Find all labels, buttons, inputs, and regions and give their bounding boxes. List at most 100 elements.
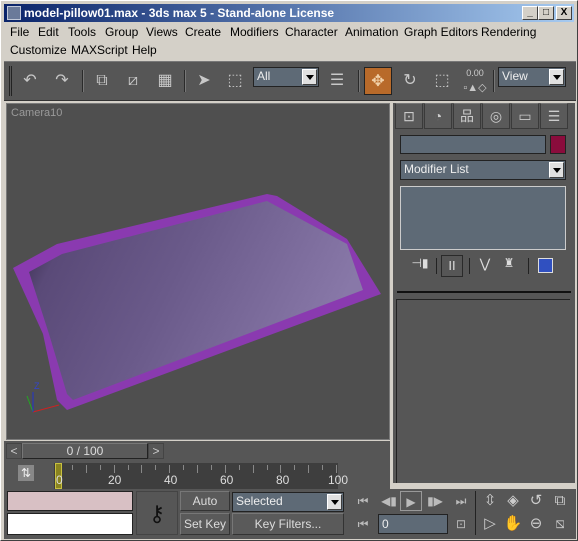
pin-stack-icon[interactable]: ⊣▮: [411, 256, 429, 276]
open-trackbar-icon[interactable]: ⇅: [18, 465, 34, 481]
time-slider-prev-button[interactable]: <: [6, 443, 22, 459]
menu-bar-row1: File Edit Tools Group Views Create Modif…: [5, 25, 575, 42]
menu-graph-editors[interactable]: Graph Editors: [404, 25, 478, 39]
maxscript-listener-bottom[interactable]: [7, 513, 133, 535]
maximize-button[interactable]: □: [538, 6, 554, 20]
utilities-tab[interactable]: ☰: [540, 103, 568, 129]
chevron-down-icon[interactable]: [549, 69, 564, 85]
key-mode-toggle-icon[interactable]: ⏮: [352, 514, 374, 534]
previous-frame-icon[interactable]: ◀▮: [378, 491, 400, 511]
key-mode-value: Selected: [236, 494, 283, 508]
move-icon[interactable]: ✥: [364, 67, 392, 95]
show-end-result-icon[interactable]: II: [441, 255, 463, 277]
menu-animation[interactable]: Animation: [345, 25, 398, 39]
menu-help[interactable]: Help: [132, 43, 157, 57]
selection-filter-dropdown[interactable]: All: [253, 67, 319, 87]
time-config-icon[interactable]: ⊡: [450, 514, 472, 534]
window-title: model-pillow01.max - 3ds max 5 - Stand-a…: [24, 6, 335, 20]
key-filters-button[interactable]: Key Filters...: [232, 513, 344, 535]
pan-icon[interactable]: ✋: [502, 513, 524, 535]
modifier-list-value: Modifier List: [404, 162, 469, 176]
set-key-button[interactable]: Set Key: [180, 513, 230, 535]
menu-rendering[interactable]: Rendering: [481, 25, 536, 39]
trackbar-tick: [141, 465, 143, 473]
main-window: model-pillow01.max - 3ds max 5 - Stand-a…: [0, 0, 578, 541]
modifier-stack-list[interactable]: [400, 186, 566, 250]
menu-views[interactable]: Views: [146, 25, 178, 39]
close-button[interactable]: X: [556, 6, 572, 20]
unlink-icon[interactable]: ⧄: [121, 69, 145, 93]
axis-y: [26, 395, 34, 413]
object-color-swatch[interactable]: [550, 135, 566, 154]
trackbar-tick: [113, 465, 115, 473]
object-name-field[interactable]: [400, 135, 546, 154]
select-by-name-icon[interactable]: ☰: [325, 69, 349, 93]
reference-coord-value: View: [502, 69, 528, 83]
rotate-icon[interactable]: ↻: [398, 69, 422, 93]
spinner-snap-icon[interactable]: ▫▲◇: [463, 76, 487, 100]
trackbar-tick: [266, 465, 268, 470]
menu-modifiers[interactable]: Modifiers: [230, 25, 279, 39]
display-tab[interactable]: ▭: [511, 103, 539, 129]
menu-character[interactable]: Character: [285, 25, 338, 39]
key-mode-dropdown[interactable]: Selected: [232, 492, 344, 512]
go-to-end-icon[interactable]: ⏭: [450, 491, 472, 511]
bind-space-warp-icon[interactable]: ▦: [153, 69, 177, 93]
undo-icon[interactable]: ↶: [18, 69, 42, 93]
chevron-down-icon[interactable]: [549, 162, 564, 178]
camera-viewport[interactable]: Camera10 Z: [6, 103, 390, 440]
menu-tools[interactable]: Tools: [68, 25, 96, 39]
remove-modifier-icon[interactable]: ♜: [501, 256, 517, 276]
menu-create[interactable]: Create: [185, 25, 221, 39]
scale-icon[interactable]: ⬚: [430, 69, 454, 93]
menu-edit[interactable]: Edit: [38, 25, 59, 39]
create-tab[interactable]: ⊡: [395, 103, 423, 129]
trackbar-ruler[interactable]: [54, 463, 338, 489]
trackbar-tick: [322, 465, 324, 470]
menu-group[interactable]: Group: [105, 25, 138, 39]
zoom-all-icon[interactable]: ◈: [502, 490, 524, 512]
key-icon[interactable]: ⚷: [136, 491, 178, 535]
play-icon[interactable]: ▶: [400, 491, 422, 511]
modifier-list-dropdown[interactable]: Modifier List: [400, 160, 566, 180]
status-bar: ⚷ Auto Key Set Key Selected Key Filters.…: [4, 489, 576, 539]
region-select-icon[interactable]: ⬚: [223, 69, 247, 93]
minimize-button[interactable]: _: [522, 6, 538, 20]
trackbar-tick: [197, 465, 198, 473]
link-icon[interactable]: ⧉: [90, 69, 114, 93]
toolbar-grip[interactable]: [9, 66, 12, 96]
trackbar-tick: [183, 465, 185, 470]
command-panel: ⊡ ◔ 品 ◎ ▭ ☰ Modifier List ⊣▮ II ⋁ ♜: [393, 103, 575, 483]
make-unique-icon[interactable]: ⋁: [477, 256, 493, 276]
maximize-viewport-icon[interactable]: ⧅: [549, 513, 571, 535]
reference-coord-dropdown[interactable]: View: [498, 67, 566, 87]
current-frame-field[interactable]: 0: [378, 514, 448, 534]
app-icon: [7, 6, 21, 20]
go-to-start-icon[interactable]: ⏮: [352, 491, 374, 511]
maxscript-listener-top[interactable]: [7, 491, 133, 511]
chevron-down-icon[interactable]: [327, 494, 342, 510]
hierarchy-tab[interactable]: 品: [453, 103, 481, 129]
next-frame-icon[interactable]: ▮▶: [424, 491, 446, 511]
auto-key-button[interactable]: Auto Key: [180, 491, 230, 526]
stack-separator: [436, 258, 437, 274]
menu-maxscript[interactable]: MAXScript: [71, 43, 128, 57]
motion-tab[interactable]: ◎: [482, 103, 510, 129]
time-slider[interactable]: 0 / 100: [22, 443, 148, 459]
rollout-divider: [397, 291, 571, 293]
menu-customize[interactable]: Customize: [10, 43, 67, 57]
time-slider-next-button[interactable]: >: [148, 443, 164, 459]
modify-tab[interactable]: ◔: [424, 103, 452, 129]
timeline-area: < 0 / 100 > ⇅ 0 20 40 60 80 100: [4, 441, 390, 489]
menu-file[interactable]: File: [10, 25, 29, 39]
fov-icon[interactable]: ▷: [479, 513, 501, 535]
arc-rotate-icon[interactable]: ⊖: [525, 513, 547, 535]
configure-modifier-sets-icon[interactable]: [538, 258, 553, 273]
orbit-icon[interactable]: ↺: [525, 490, 547, 512]
chevron-down-icon[interactable]: [302, 69, 317, 85]
redo-icon[interactable]: ↷: [50, 69, 74, 93]
select-arrow-icon[interactable]: ➤: [192, 69, 216, 93]
zoom-icon[interactable]: ⇳: [479, 490, 501, 512]
zoom-extents-all-icon[interactable]: ⧉: [549, 490, 571, 512]
tick-label-40: 40: [164, 473, 178, 487]
